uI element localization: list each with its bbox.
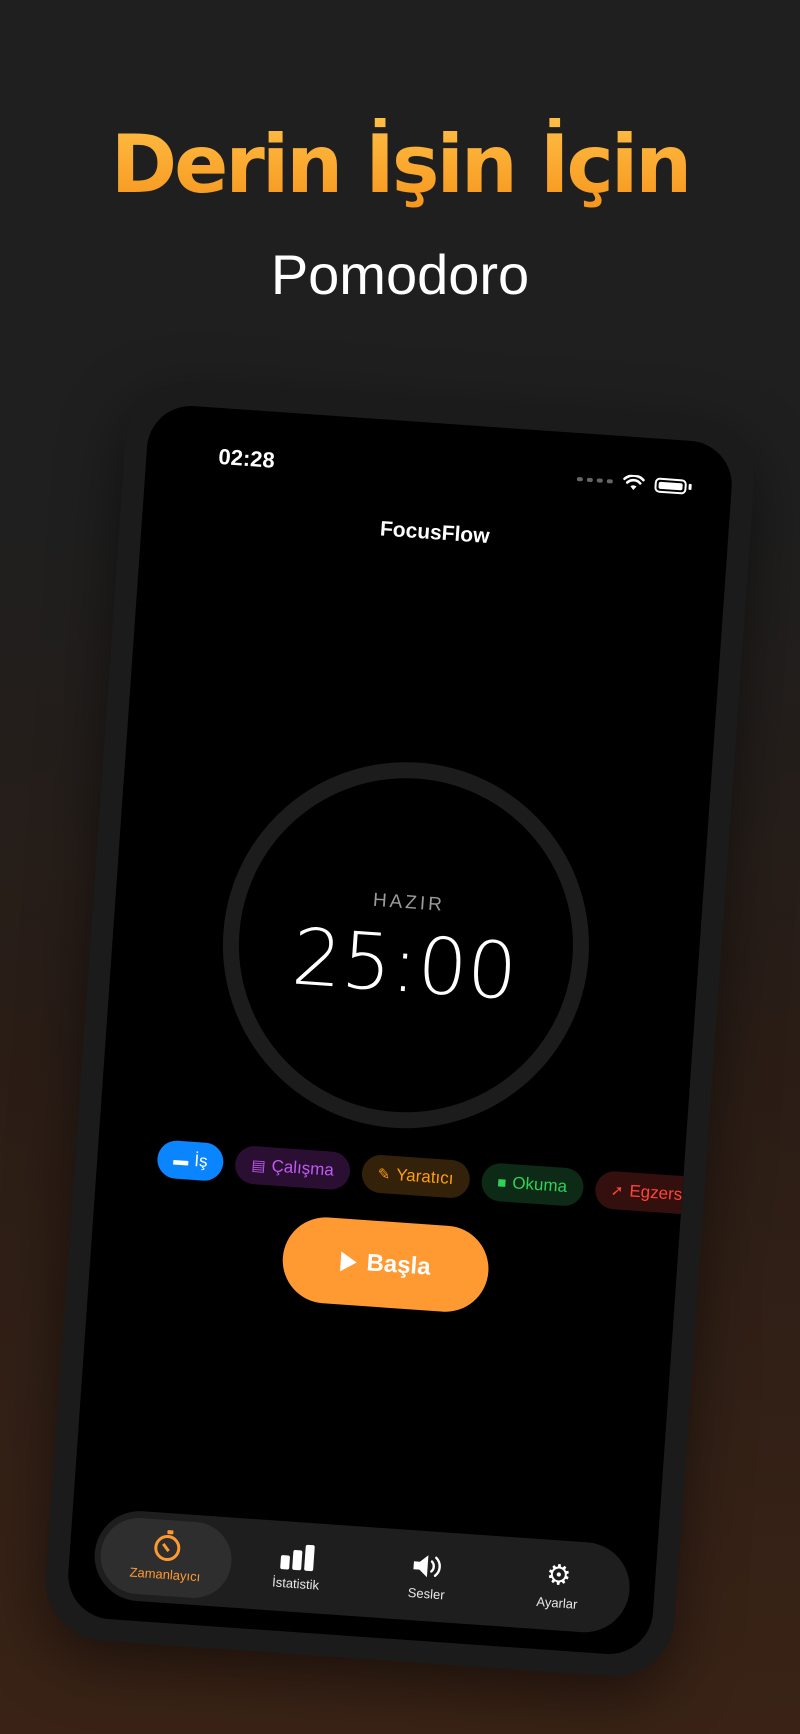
status-time: 02:28 [217, 443, 276, 473]
tab-statistics[interactable]: İstatistik [229, 1525, 365, 1610]
category-chip-label: Yaratıcı [395, 1165, 455, 1189]
tab-label: Sesler [407, 1584, 446, 1602]
battery-icon [654, 476, 688, 495]
tab-sounds[interactable]: Sesler [359, 1534, 495, 1619]
app-title: FocusFlow [379, 517, 491, 549]
briefcase-icon: ▬ [172, 1151, 189, 1170]
category-chip-yaratici[interactable]: ✎ Yaratıcı [360, 1153, 471, 1200]
hero-headline: Derin İşin İçin [0, 118, 800, 211]
phone-frame: 02:28 FocusFlow HAZIR 25:00 ▬ İş ▤ Çalış… [41, 379, 759, 1681]
start-button-label: Başla [365, 1249, 432, 1281]
running-icon: ➚ [610, 1182, 624, 1200]
tab-label: İstatistik [271, 1573, 320, 1593]
hero-subheadline: Pomodoro [270, 243, 530, 306]
category-chips: ▬ İş ▤ Çalışma ✎ Yaratıcı ■ Okuma ➚ Egze… [156, 1139, 712, 1217]
tab-bar: Zamanlayıcı İstatistik Sesler ⚙ Ayarlar [91, 1508, 633, 1636]
cellular-signal-icon [576, 477, 613, 484]
category-chip-label: Çalışma [270, 1156, 335, 1180]
category-chip-egzersiz[interactable]: ➚ Egzersiz [593, 1170, 712, 1217]
brush-icon: ✎ [377, 1165, 391, 1184]
category-chip-label: İş [193, 1150, 209, 1171]
play-icon [339, 1251, 358, 1273]
stopwatch-icon [152, 1533, 181, 1562]
category-chip-label: Egzersiz [628, 1181, 696, 1205]
category-chip-calisma[interactable]: ▤ Çalışma [234, 1144, 352, 1191]
start-button[interactable]: Başla [279, 1214, 492, 1315]
speaker-icon [412, 1554, 441, 1577]
tab-label: Zamanlayıcı [129, 1563, 201, 1584]
tab-timer[interactable]: Zamanlayıcı [98, 1515, 235, 1601]
wifi-icon [623, 474, 645, 490]
tab-settings[interactable]: ⚙ Ayarlar [490, 1543, 626, 1628]
app-screen: 02:28 FocusFlow HAZIR 25:00 ▬ İş ▤ Çalış… [65, 403, 735, 1657]
category-chip-okuma[interactable]: ■ Okuma [480, 1162, 585, 1208]
category-chip-is[interactable]: ▬ İş [156, 1139, 225, 1182]
gear-icon: ⚙ [545, 1558, 573, 1591]
book-icon: ▤ [250, 1156, 267, 1175]
status-indicators [576, 471, 692, 495]
bar-chart-icon [280, 1543, 315, 1571]
book-closed-icon: ■ [496, 1173, 507, 1192]
battery-tip [688, 483, 692, 491]
tab-label: Ayarlar [536, 1593, 578, 1612]
category-chip-label: Okuma [511, 1173, 568, 1197]
